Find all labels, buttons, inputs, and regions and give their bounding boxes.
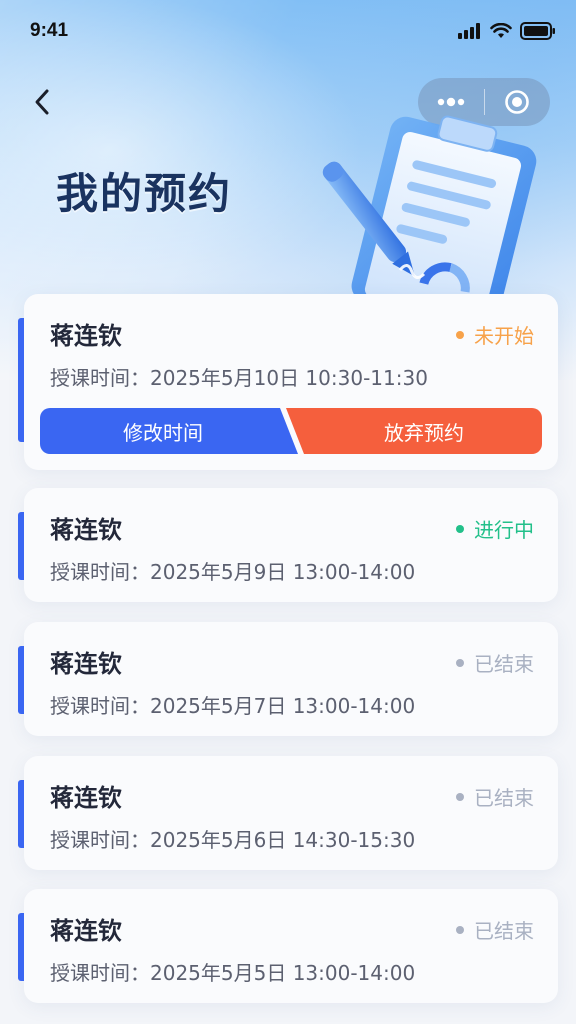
lesson-time-label: 授课时间： — [50, 366, 150, 390]
appointment-card[interactable]: 蒋连钦 已结束 授课时间：2025年5月6日 14:30-15:30 — [18, 756, 558, 870]
teacher-name: 蒋连钦 — [50, 784, 122, 812]
appointment-card[interactable]: 蒋连钦 已结束 授课时间：2025年5月7日 13:00-14:00 — [18, 622, 558, 736]
card-accent-bar — [18, 780, 24, 848]
teacher-name: 蒋连钦 — [50, 516, 122, 544]
lesson-time-label: 授课时间： — [50, 961, 150, 985]
status-badge: 已结束 — [456, 782, 534, 811]
teacher-name: 蒋连钦 — [50, 917, 122, 945]
status-dot — [456, 330, 464, 339]
lesson-time: 授课时间：2025年5月6日 14:30-15:30 — [50, 824, 415, 853]
teacher-name: 蒋连钦 — [50, 322, 122, 350]
cellular-signal-icon — [458, 23, 480, 39]
card-accent-bar — [18, 913, 24, 981]
card-accent-bar — [18, 646, 24, 714]
status-text: 已结束 — [474, 919, 534, 943]
lesson-time: 授课时间：2025年5月10日 10:30-11:30 — [50, 362, 428, 391]
appointment-card[interactable]: 蒋连钦 已结束 授课时间：2025年5月5日 13:00-14:00 — [18, 889, 558, 1003]
status-dot — [456, 925, 464, 934]
back-button[interactable] — [24, 84, 60, 120]
page-title: 我的预约 — [56, 169, 233, 218]
status-dot — [456, 792, 464, 801]
clipboard-illustration — [322, 115, 537, 310]
lesson-time-value: 2025年5月10日 10:30-11:30 — [150, 366, 428, 390]
lesson-time-label: 授课时间： — [50, 560, 150, 584]
lesson-time: 授课时间：2025年5月9日 13:00-14:00 — [50, 556, 415, 585]
status-time: 9:41 — [30, 20, 69, 41]
lesson-time-label: 授课时间： — [50, 828, 150, 852]
appointment-card[interactable]: 蒋连钦 进行中 授课时间：2025年5月9日 13:00-14:00 — [18, 488, 558, 602]
status-badge: 已结束 — [456, 915, 534, 944]
status-badge: 已结束 — [456, 648, 534, 677]
status-text: 进行中 — [474, 518, 534, 542]
teacher-name: 蒋连钦 — [50, 650, 122, 678]
status-dot — [456, 524, 464, 533]
lesson-time-value: 2025年5月7日 13:00-14:00 — [150, 694, 416, 718]
more-dots-icon — [437, 97, 464, 107]
status-dot — [456, 658, 464, 667]
status-text: 已结束 — [474, 786, 534, 810]
chevron-left-icon — [35, 89, 49, 115]
card-accent-bar — [18, 318, 24, 442]
battery-icon — [520, 22, 555, 40]
card-accent-bar — [18, 512, 24, 580]
abandon-appointment-button[interactable]: 放弃预约 — [286, 408, 542, 454]
status-icons — [458, 22, 556, 40]
status-bar: 9:41 — [0, 0, 576, 64]
modify-time-button[interactable]: 修改时间 — [40, 408, 298, 454]
wifi-icon — [490, 23, 512, 38]
status-badge: 进行中 — [456, 514, 534, 543]
lesson-time-value: 2025年5月6日 14:30-15:30 — [150, 828, 416, 852]
status-badge: 未开始 — [456, 320, 534, 349]
lesson-time-label: 授课时间： — [50, 694, 150, 718]
card-actions: 修改时间 放弃预约 — [40, 408, 542, 454]
appointment-card[interactable]: 蒋连钦 未开始 授课时间：2025年5月10日 10:30-11:30 修改时间… — [18, 294, 558, 470]
lesson-time: 授课时间：2025年5月7日 13:00-14:00 — [50, 690, 415, 719]
lesson-time-value: 2025年5月5日 13:00-14:00 — [150, 961, 416, 985]
status-text: 已结束 — [474, 652, 534, 676]
lesson-time: 授课时间：2025年5月5日 13:00-14:00 — [50, 957, 415, 986]
status-text: 未开始 — [474, 324, 534, 348]
lesson-time-value: 2025年5月9日 13:00-14:00 — [150, 560, 416, 584]
